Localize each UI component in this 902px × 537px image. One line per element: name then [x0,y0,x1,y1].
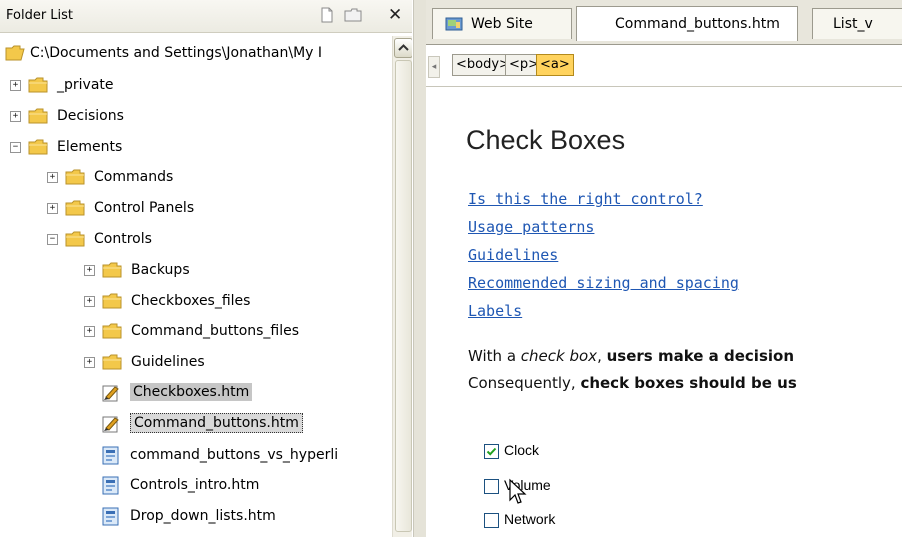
chevron-up-icon [398,44,409,51]
tab-list[interactable]: List_v [812,8,902,39]
tree-item-label: Backups [131,261,190,278]
edited-page-icon [102,385,119,402]
collapse-icon[interactable]: − [10,141,21,153]
tree-item[interactable]: + Backups [0,257,392,285]
tree-item-label: Commands [94,169,174,186]
tab-label: Web Site [471,16,533,32]
collapse-icon[interactable]: − [47,234,58,245]
tag-a[interactable]: <a> [536,54,574,76]
expand-icon[interactable]: + [10,110,21,122]
page-heading: Check Boxes [466,125,626,155]
quick-tag-selector: ◂ <body> <p> <a> [426,48,902,87]
scrollbar-thumb[interactable] [395,60,412,532]
tree-item-label: Decisions [57,107,124,124]
link-labels[interactable]: Labels [468,302,522,320]
folder-icon [65,169,85,185]
folder-icon [65,231,85,247]
tree-root-path: C:\Documents and Settings\Jonathan\My I [30,45,323,61]
folder-icon [102,262,122,278]
tree-item-label: Checkboxes_files [131,292,251,309]
new-page-icon[interactable] [318,7,336,23]
tree-item-label: Command_buttons.htm [130,412,303,433]
new-folder-icon[interactable] [344,7,362,23]
tree-item-label: Control Panels [94,200,195,217]
expand-icon[interactable]: + [84,357,95,369]
tree-item[interactable]: + Control Panels [0,195,392,223]
folder-icon [102,354,122,370]
vertical-scrollbar[interactable] [392,36,412,537]
folder-list-header: Folder List ✕ [0,0,412,33]
folder-icon [28,77,48,93]
tree-item[interactable]: Drop_down_lists.htm [0,503,392,531]
tree-item[interactable]: − Elements [0,134,392,162]
check-icon [486,447,497,456]
folder-icon [65,200,85,216]
tree-item-label: Guidelines [131,354,205,371]
tree-item[interactable]: Checkboxes.htm [0,380,392,408]
expand-icon[interactable]: + [84,326,95,338]
tree-item[interactable]: Controls_intro.htm [0,472,392,500]
mouse-pointer-icon [509,478,527,504]
expand-icon[interactable]: + [84,264,95,276]
tree-item-label: Controls [94,231,152,247]
tree-item[interactable]: + _private [0,72,392,100]
web-page-icon [102,476,119,495]
tree-item-label: Controls_intro.htm [130,477,260,494]
tree-item[interactable]: + Guidelines [0,349,392,377]
pane-splitter[interactable] [413,0,427,537]
folder-list-pane: Folder List ✕ C:\Documents and Settings\… [0,0,412,537]
tree-item[interactable]: Command_buttons.htm [0,411,392,439]
tree-item-label: Elements [57,138,123,155]
checkbox-unchecked[interactable] [484,513,499,528]
checkbox-label: Clock [504,442,540,458]
chevron-left-icon[interactable]: ◂ [428,56,440,78]
tree-item-label: command_buttons_vs_hyperli [130,446,339,463]
tree-item[interactable]: + Command_buttons_files [0,318,392,346]
tree-root-item[interactable]: C:\Documents and Settings\Jonathan\My I [0,40,392,68]
tree-item-label: Drop_down_lists.htm [130,508,276,525]
checkbox-label: Network [504,511,556,527]
document-tab-bar: Web Site Command_buttons.htm List_v [426,0,902,45]
web-page-icon [102,446,119,465]
folder-icon [28,108,48,124]
checkbox-unchecked[interactable] [484,479,499,494]
tree-item[interactable]: − Controls [0,226,392,254]
expand-icon[interactable]: + [47,203,58,215]
tree-item-label: _private [57,77,114,93]
body-paragraph-1: With a check box, users make a decision [468,347,794,365]
folder-list-title: Folder List [6,8,74,23]
folder-tree: C:\Documents and Settings\Jonathan\My I … [0,36,392,537]
folder-open-icon [5,45,25,61]
checkbox-checked[interactable] [484,444,499,459]
folder-icon [102,293,122,309]
tree-item[interactable]: command_buttons_vs_hyperli [0,442,392,470]
tree-item-label: Command_buttons_files [131,323,300,340]
link-guidelines[interactable]: Guidelines [468,246,558,264]
tree-item-label: Checkboxes.htm [130,383,253,401]
expand-icon[interactable]: + [10,80,21,91]
editor-pane: Web Site Command_buttons.htm List_v ◂ <b… [426,0,902,537]
expand-icon[interactable]: + [84,295,95,307]
edited-page-icon [102,416,119,433]
tree-item[interactable]: + Checkboxes_files [0,288,392,316]
tab-command-buttons[interactable]: Command_buttons.htm [576,6,798,41]
expand-icon[interactable]: + [47,172,58,184]
folder-icon [102,323,122,339]
web-page-icon [102,507,119,526]
link-right-control[interactable]: Is this the right control? [468,190,703,208]
tree-item[interactable]: + Decisions [0,103,392,131]
folder-icon [28,139,48,155]
tab-label: Command_buttons.htm [615,16,780,32]
tree-item[interactable]: + Commands [0,164,392,192]
link-usage-patterns[interactable]: Usage patterns [468,218,594,236]
scroll-up-button[interactable] [394,38,412,58]
link-sizing-spacing[interactable]: Recommended sizing and spacing [468,274,739,292]
tab-label: List_v [833,16,873,32]
body-paragraph-2: Consequently, check boxes should be us [468,374,797,392]
web-site-icon [445,17,463,31]
close-icon[interactable]: ✕ [388,5,402,25]
tab-web-site[interactable]: Web Site [432,8,572,39]
